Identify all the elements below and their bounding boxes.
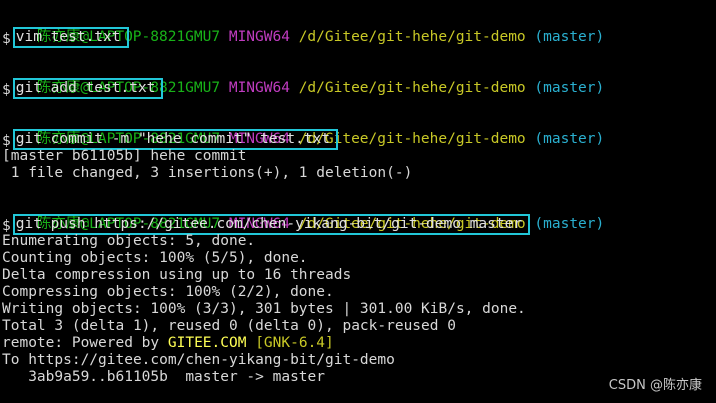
command-text: git commit -m "hehe commit" test.txt xyxy=(15,131,331,147)
command-highlight-git-push: git push https://gitee.com/chen-yikang-b… xyxy=(12,214,531,235)
output-line: To https://gitee.com/chen-yikang-bit/git… xyxy=(2,352,395,368)
remote-version: [GNK-6.4] xyxy=(255,335,334,351)
command-line: $ vim test.txt xyxy=(0,27,716,48)
output-line: Enumerating objects: 5, done. xyxy=(2,233,256,249)
dollar-sign: $ xyxy=(2,218,11,234)
command-line: $ git push https://gitee.com/chen-yikang-… xyxy=(0,214,716,235)
output-line: 1 file changed, 3 insertions(+), 1 delet… xyxy=(2,165,413,181)
terminal-window[interactable]: 陈亦康@LAPTOP-8821GMU7 MINGW64 /d/Gitee/git… xyxy=(0,0,716,403)
output-line: Compressing objects: 100% (2/2), done. xyxy=(2,284,334,300)
dollar-sign: $ xyxy=(2,133,11,149)
command-line: $ git add test.txt xyxy=(0,78,716,99)
dollar-sign: $ xyxy=(2,82,11,98)
command-text: git add test.txt xyxy=(15,80,156,96)
output-line: Delta compression using up to 16 threads xyxy=(2,267,352,283)
command-line: $ git commit -m "hehe commit" test.txt xyxy=(0,129,716,150)
command-text: vim test.txt xyxy=(15,29,121,45)
output-line: Counting objects: 100% (5/5), done. xyxy=(2,250,308,266)
command-highlight-vim: vim test.txt xyxy=(12,27,129,48)
output-line: [master b61105b] hehe commit xyxy=(2,148,247,164)
output-line: Total 3 (delta 1), reused 0 (delta 0), p… xyxy=(2,318,456,334)
command-highlight-git-commit: git commit -m "hehe commit" test.txt xyxy=(12,129,339,150)
command-highlight-git-add: git add test.txt xyxy=(12,78,164,99)
remote-line: remote: Powered by GITEE.COM [GNK-6.4] xyxy=(0,335,716,352)
remote-prefix: remote: Powered by xyxy=(2,335,168,351)
remote-brand: GITEE.COM xyxy=(167,335,247,351)
dollar-sign: $ xyxy=(2,31,11,47)
csdn-watermark: CSDN @陈亦康 xyxy=(608,378,702,393)
command-text: git push https://gitee.com/chen-yikang-b… xyxy=(15,216,523,232)
remote-space xyxy=(246,335,255,351)
output-line: Writing objects: 100% (3/3), 301 bytes |… xyxy=(2,301,526,317)
